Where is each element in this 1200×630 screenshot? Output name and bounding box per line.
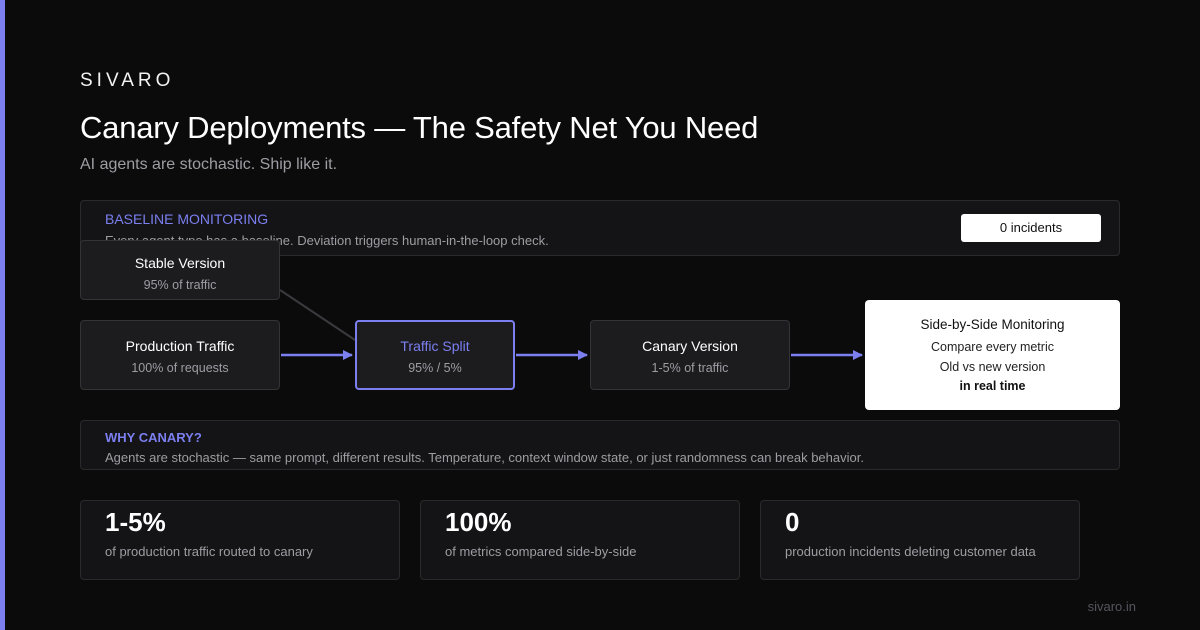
stat-value: 1-5% <box>105 507 166 537</box>
why-heading: WHY CANARY? <box>105 430 202 445</box>
stat-label: of metrics compared side-by-side <box>445 544 637 559</box>
accent-bar <box>0 0 5 630</box>
production-title: Production Traffic <box>125 338 235 354</box>
incident-badge: 0 incidents <box>961 214 1101 242</box>
node-side-by-side-monitoring: Side-by-Side Monitoring Compare every me… <box>865 300 1120 410</box>
why-text: Agents are stochastic — same prompt, dif… <box>105 450 864 465</box>
monitor-line-2: Old vs new version <box>939 360 1046 374</box>
stat-value: 0 <box>785 507 800 537</box>
node-traffic-split: Traffic Split 95% / 5% <box>355 320 515 390</box>
baseline-heading: BASELINE MONITORING <box>105 211 269 227</box>
canary-title: Canary Version <box>642 338 738 354</box>
edge-split-to-stable <box>279 289 356 341</box>
node-canary-version: Canary Version 1-5% of traffic <box>590 320 790 390</box>
stable-title: Stable Version <box>134 255 226 271</box>
node-stable-version: Stable Version 95% of traffic <box>80 240 280 300</box>
footer-url: sivaro.in <box>1087 599 1136 614</box>
canary-sub: 1-5% of traffic <box>651 361 729 375</box>
split-sub: 95% / 5% <box>408 361 462 375</box>
brand-logo: SIVARO <box>80 70 175 91</box>
stat-value: 100% <box>445 507 512 537</box>
monitor-title: Side-by-Side Monitoring <box>920 317 1065 332</box>
why-canary-panel: WHY CANARY? Agents are stochastic — same… <box>80 420 1120 470</box>
monitor-line-3: in real time <box>959 379 1026 393</box>
stat-card-incidents: 0 production incidents deleting customer… <box>760 500 1080 580</box>
production-sub: 100% of requests <box>131 361 229 375</box>
stat-card-traffic: 1-5% of production traffic routed to can… <box>80 500 400 580</box>
split-title: Traffic Split <box>400 338 470 354</box>
page-subtitle: AI agents are stochastic. Ship like it. <box>80 156 338 173</box>
stat-label: of production traffic routed to canary <box>105 544 313 559</box>
node-production-traffic: Production Traffic 100% of requests <box>80 320 280 390</box>
stat-card-metrics: 100% of metrics compared side-by-side <box>420 500 740 580</box>
stable-sub: 95% of traffic <box>143 278 217 292</box>
stat-label: production incidents deleting customer d… <box>785 544 1036 559</box>
monitor-line-1: Compare every metric <box>931 340 1054 354</box>
page-title: Canary Deployments — The Safety Net You … <box>80 110 759 145</box>
